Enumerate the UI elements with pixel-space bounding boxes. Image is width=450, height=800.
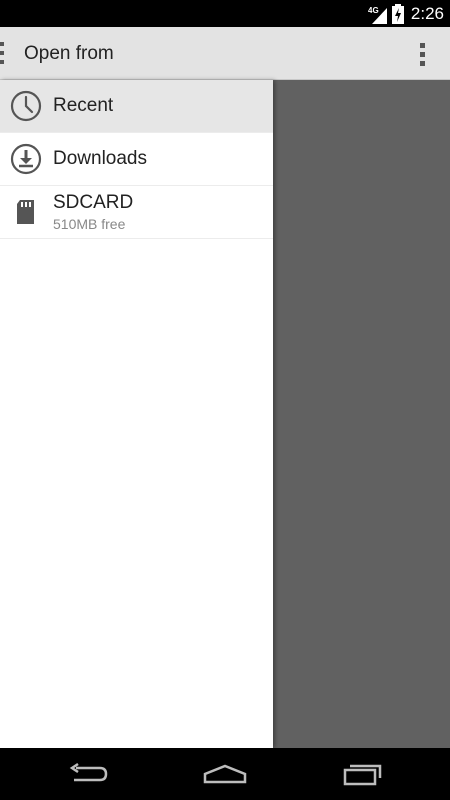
status-icons: 4G 2:26 xyxy=(368,0,444,27)
overflow-menu-button[interactable] xyxy=(412,39,432,69)
clock-icon xyxy=(10,90,42,122)
screen: 4G 2:26 Open from Recent Downloads SDCAR… xyxy=(0,0,450,800)
back-icon[interactable] xyxy=(62,758,112,790)
drawer-item-sdcard[interactable]: SDCARD 510MB free xyxy=(0,186,273,239)
recent-apps-icon[interactable] xyxy=(338,758,388,790)
battery-charging-icon xyxy=(391,3,404,24)
network-type-label: 4G xyxy=(368,6,379,15)
sdcard-icon xyxy=(17,200,34,224)
signal-4g-icon: 4G xyxy=(368,6,387,24)
system-nav-bar xyxy=(0,748,450,800)
status-bar: 4G 2:26 xyxy=(0,0,450,27)
drawer-item-downloads[interactable]: Downloads xyxy=(0,133,273,186)
download-icon xyxy=(10,143,42,175)
overflow-dot xyxy=(419,51,425,57)
drawer-item-label: Recent xyxy=(53,95,114,116)
drawer-indicator-icon[interactable] xyxy=(0,42,5,66)
drawer-item-label: Downloads xyxy=(53,148,147,169)
navigation-drawer: Recent Downloads SDCARD 510MB free xyxy=(0,80,273,748)
page-title: Open from xyxy=(24,43,114,64)
drawer-item-sublabel: 510MB free xyxy=(53,216,126,232)
overflow-dot xyxy=(419,42,425,48)
home-icon[interactable] xyxy=(200,758,250,790)
clock: 2:26 xyxy=(410,3,444,23)
action-bar: Open from xyxy=(0,27,450,80)
drawer-item-recent[interactable]: Recent xyxy=(0,80,273,133)
overflow-dot xyxy=(419,60,425,66)
drawer-item-label: SDCARD xyxy=(53,192,134,213)
